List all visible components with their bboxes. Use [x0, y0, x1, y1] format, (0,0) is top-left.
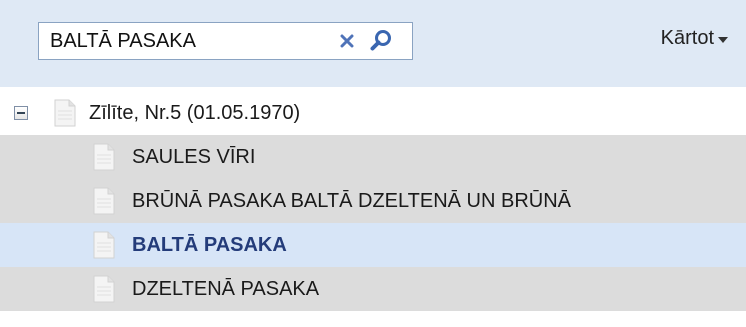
collapse-toggle-icon[interactable]: [14, 106, 28, 120]
search-button[interactable]: [366, 27, 396, 55]
search-toolbar: Kārtot: [0, 0, 746, 87]
tree-item-label: BRŪNĀ PASAKA BALTĀ DZELTENĀ UN BRŪNĀ: [132, 190, 571, 212]
sort-label: Kārtot: [660, 27, 714, 49]
document-icon: [93, 187, 115, 215]
document-icon: [93, 143, 115, 171]
magnifier-icon: [370, 30, 391, 51]
tree-item-label: BALTĀ PASAKA: [132, 234, 287, 256]
search-input[interactable]: [39, 24, 324, 58]
document-icon: [93, 231, 115, 259]
close-icon: [340, 34, 354, 48]
tree-item[interactable]: BRŪNĀ PASAKA BALTĀ DZELTENĀ UN BRŪNĀ: [0, 179, 746, 223]
tree-item-label: SAULES VĪRI: [132, 146, 256, 168]
tree-node-label: Zīlīte, Nr.5 (01.05.1970): [89, 102, 301, 124]
tree-item-selected[interactable]: BALTĀ PASAKA: [0, 223, 746, 267]
tree-item[interactable]: SAULES VĪRI: [0, 135, 746, 179]
app-window: Kārtot Zīlīte, Nr.5 (01.05.1970) SAULES …: [0, 0, 746, 327]
document-icon: [54, 99, 76, 127]
clear-search-button[interactable]: [334, 28, 360, 54]
document-icon: [93, 275, 115, 303]
issue-tree: Zīlīte, Nr.5 (01.05.1970) SAULES VĪRI BR…: [0, 87, 746, 327]
search-box: [38, 22, 413, 60]
chevron-down-icon: [718, 37, 728, 43]
tree-item[interactable]: DZELTENĀ PASAKA: [0, 267, 746, 311]
sort-dropdown[interactable]: Kārtot: [661, 27, 728, 50]
tree-item-label: DZELTENĀ PASAKA: [132, 278, 320, 300]
tree-node-issue[interactable]: Zīlīte, Nr.5 (01.05.1970): [0, 91, 746, 135]
